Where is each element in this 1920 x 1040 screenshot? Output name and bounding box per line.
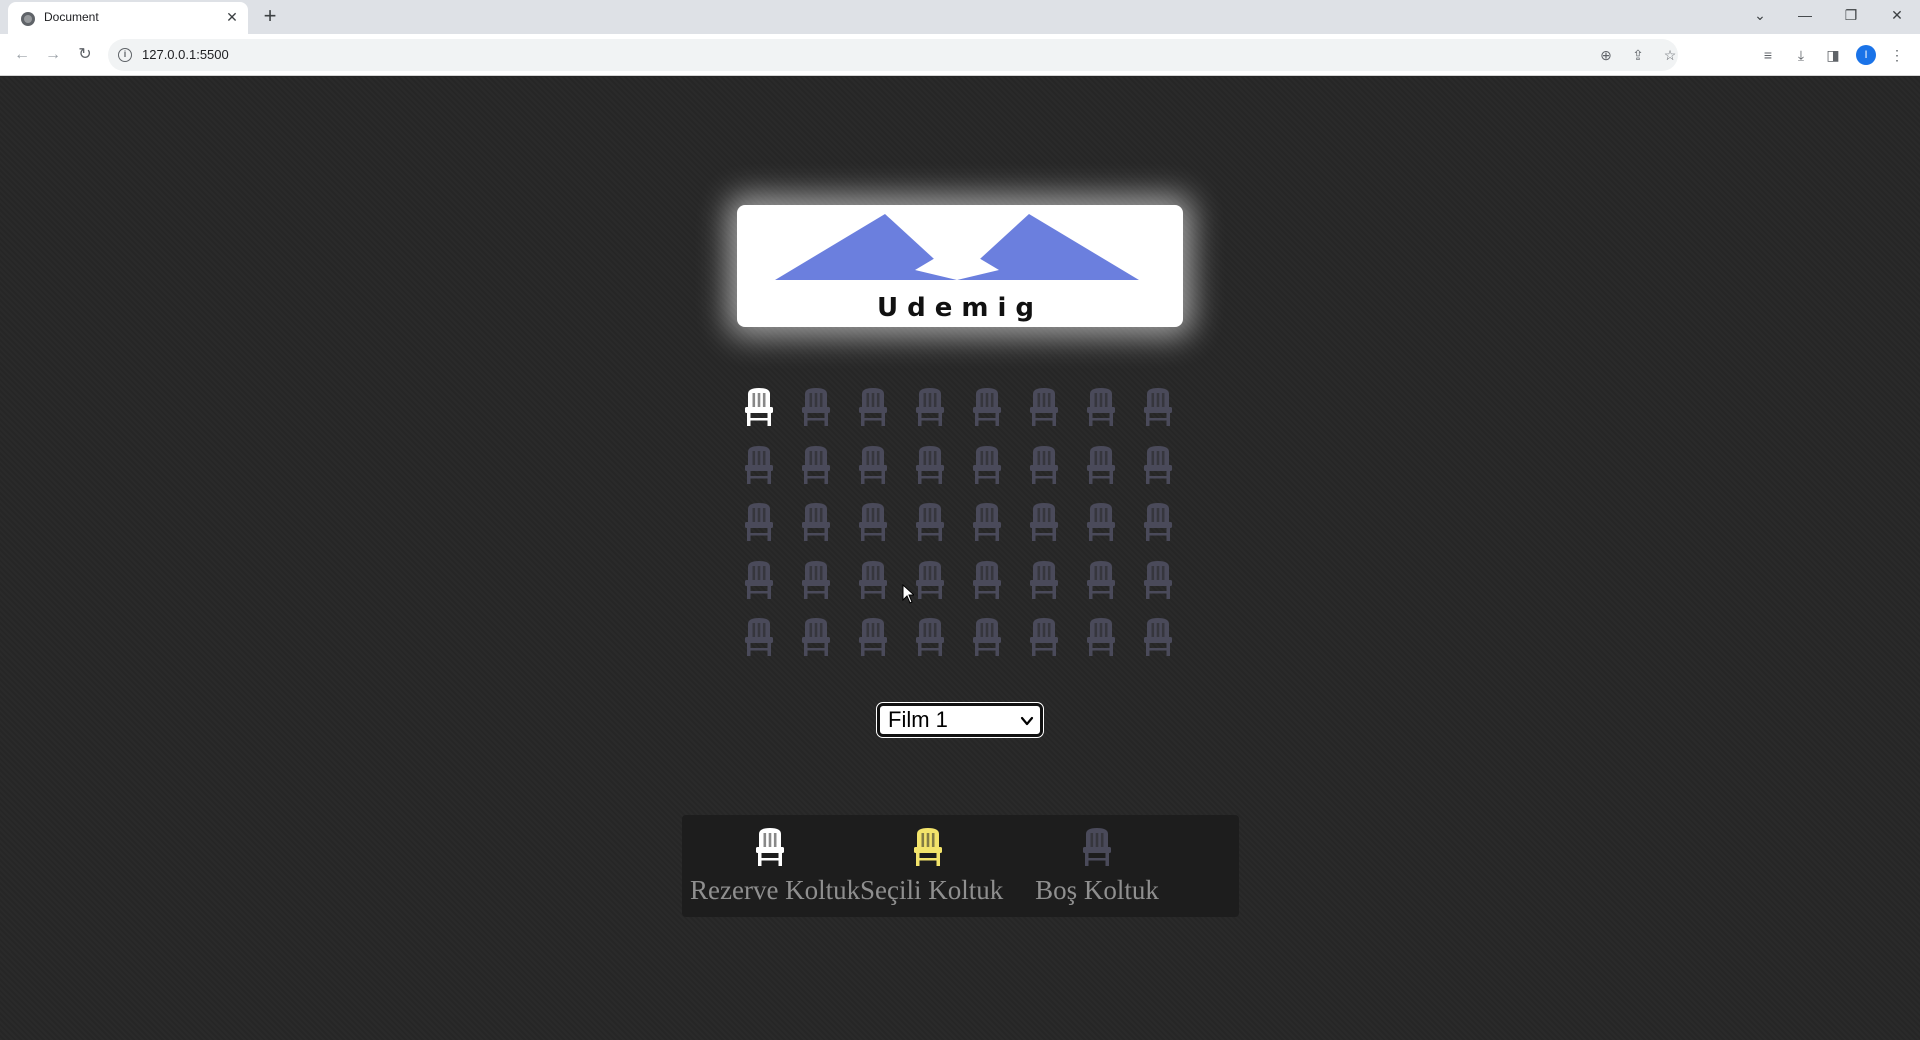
- seat-legend: Rezerve Koltuk Seçili Koltuk Boş Koltuk: [682, 815, 1239, 917]
- legend-reserved: Rezerve Koltuk: [690, 815, 861, 917]
- film-select-value: Film 1: [888, 707, 948, 732]
- seat-empty[interactable]: [1083, 615, 1119, 659]
- seat-empty[interactable]: [1026, 385, 1062, 429]
- seat-empty[interactable]: [798, 500, 834, 544]
- site-info-icon[interactable]: i: [118, 48, 132, 62]
- browser-toolbar: ← → ↻ i 127.0.0.1:5500 ⊕ ⇪ ☆ ≡ ⤓ ◨ I ⋮: [0, 34, 1920, 76]
- share-icon[interactable]: ⇪: [1628, 45, 1648, 65]
- seat-empty[interactable]: [1083, 500, 1119, 544]
- seat-empty[interactable]: [912, 500, 948, 544]
- seat-empty[interactable]: [969, 615, 1005, 659]
- seat-empty[interactable]: [912, 443, 948, 487]
- seat-icon: [1079, 825, 1115, 874]
- seat-empty[interactable]: [798, 615, 834, 659]
- seat-empty[interactable]: [741, 443, 777, 487]
- seat-empty[interactable]: [1026, 443, 1062, 487]
- seat-icon: [752, 825, 788, 874]
- seat-empty[interactable]: [969, 443, 1005, 487]
- window-close-button[interactable]: ✕: [1882, 4, 1912, 26]
- tab-search-icon[interactable]: ⌄: [1745, 4, 1775, 26]
- seat-empty[interactable]: [969, 500, 1005, 544]
- back-arrow-icon[interactable]: ←: [10, 43, 34, 67]
- seat-empty[interactable]: [912, 385, 948, 429]
- browser-tab[interactable]: Document ✕: [8, 2, 248, 34]
- seat-empty[interactable]: [912, 615, 948, 659]
- logo-text: Udemig: [877, 293, 1043, 323]
- legend-empty: Boş Koltuk: [1016, 815, 1178, 917]
- seat-empty[interactable]: [1083, 443, 1119, 487]
- zoom-icon[interactable]: ⊕: [1596, 45, 1616, 65]
- seat-empty[interactable]: [798, 443, 834, 487]
- mouse-cursor-icon: [902, 584, 914, 604]
- address-bar[interactable]: i 127.0.0.1:5500 ⊕ ⇪ ☆: [108, 39, 1678, 71]
- seat-empty[interactable]: [1083, 385, 1119, 429]
- forward-arrow-icon[interactable]: →: [41, 43, 65, 67]
- logo-card: Udemig: [737, 205, 1183, 327]
- seat-empty[interactable]: [855, 500, 891, 544]
- seat-empty[interactable]: [1026, 558, 1062, 602]
- seat-empty[interactable]: [1140, 443, 1176, 487]
- url-text[interactable]: 127.0.0.1:5500: [142, 47, 229, 62]
- seat-empty[interactable]: [855, 615, 891, 659]
- legend-empty-label: Boş Koltuk: [1035, 875, 1159, 905]
- restore-button[interactable]: ❐: [1836, 4, 1866, 26]
- bookmark-star-icon[interactable]: ☆: [1660, 45, 1680, 65]
- film-select[interactable]: Film 1: [877, 703, 1043, 737]
- minimize-button[interactable]: —: [1790, 4, 1820, 26]
- profile-avatar[interactable]: I: [1856, 45, 1876, 65]
- seat-empty[interactable]: [969, 558, 1005, 602]
- seat-empty[interactable]: [1140, 558, 1176, 602]
- seat-grid: [741, 385, 1181, 656]
- new-tab-button[interactable]: +: [257, 4, 283, 30]
- side-panel-icon[interactable]: ◨: [1823, 45, 1843, 65]
- seat-empty[interactable]: [1140, 500, 1176, 544]
- seat-empty[interactable]: [741, 558, 777, 602]
- seat-empty[interactable]: [741, 615, 777, 659]
- seat-empty[interactable]: [855, 443, 891, 487]
- reload-icon[interactable]: ↻: [73, 43, 97, 67]
- legend-selected-label: Seçili Koltuk: [860, 875, 1004, 905]
- more-menu-icon[interactable]: ⋮: [1887, 45, 1907, 65]
- tab-close-icon[interactable]: ✕: [223, 8, 241, 26]
- seat-empty[interactable]: [798, 558, 834, 602]
- seat-empty[interactable]: [1140, 615, 1176, 659]
- seat-empty[interactable]: [855, 558, 891, 602]
- tab-title: Document: [44, 10, 99, 24]
- seat-empty[interactable]: [1026, 500, 1062, 544]
- legend-selected: Seçili Koltuk: [860, 815, 1004, 917]
- seat-empty[interactable]: [855, 385, 891, 429]
- seat-reserved[interactable]: [741, 385, 777, 429]
- legend-reserved-label: Rezerve Koltuk: [690, 875, 861, 905]
- download-icon[interactable]: ⤓: [1791, 45, 1811, 65]
- page-body: Udemig Film 1 Rezerve Koltuk Seçili Kolt…: [0, 77, 1920, 1040]
- seat-empty[interactable]: [969, 385, 1005, 429]
- seat-empty[interactable]: [1083, 558, 1119, 602]
- seat-empty[interactable]: [912, 558, 948, 602]
- seat-empty[interactable]: [741, 500, 777, 544]
- reading-list-icon[interactable]: ≡: [1758, 45, 1778, 65]
- seat-empty[interactable]: [1140, 385, 1176, 429]
- seat-empty[interactable]: [1026, 615, 1062, 659]
- seat-icon: [910, 825, 946, 874]
- browser-tab-bar: Document ✕ + ⌄ — ❐ ✕: [0, 0, 1920, 34]
- seat-empty[interactable]: [798, 385, 834, 429]
- globe-icon: [21, 12, 35, 26]
- chevron-down-icon: [1020, 716, 1034, 726]
